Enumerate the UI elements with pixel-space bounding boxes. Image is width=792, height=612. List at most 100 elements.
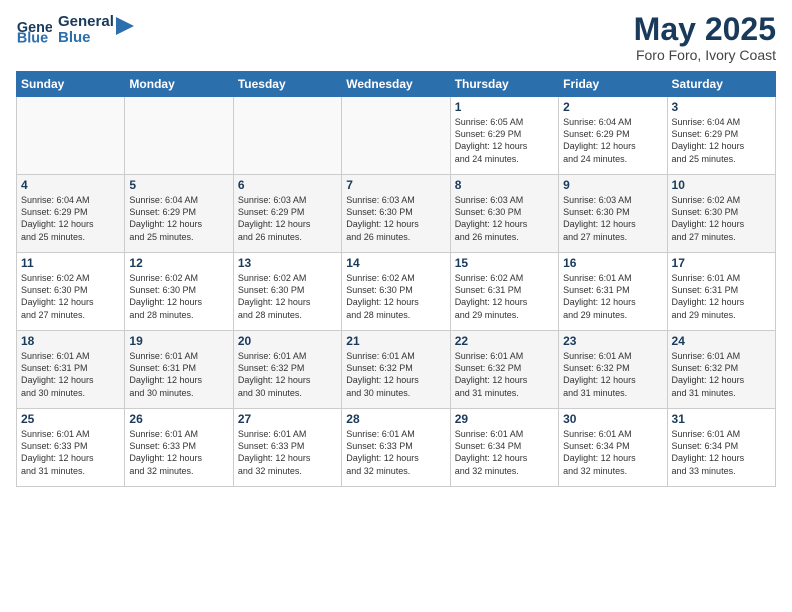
calendar-cell: 30 Sunrise: 6:01 AMSunset: 6:34 PMDayligh… bbox=[559, 409, 667, 487]
day-number: 27 bbox=[238, 412, 337, 426]
day-number: 29 bbox=[455, 412, 554, 426]
day-info: Sunrise: 6:02 AMSunset: 6:31 PMDaylight:… bbox=[455, 272, 554, 321]
day-number: 20 bbox=[238, 334, 337, 348]
day-number: 16 bbox=[563, 256, 662, 270]
calendar-cell: 16 Sunrise: 6:01 AMSunset: 6:31 PMDayligh… bbox=[559, 253, 667, 331]
calendar-cell: 28Sunrise: 6:01 AMSunset: 6:33 PMDayligh… bbox=[342, 409, 450, 487]
calendar-cell: 21Sunrise: 6:01 AMSunset: 6:32 PMDayligh… bbox=[342, 331, 450, 409]
day-info: Sunrise: 6:04 AMSunset: 6:29 PMDaylight:… bbox=[563, 116, 662, 165]
day-info: Sunrise: 6:02 AMSunset: 6:30 PMDaylight:… bbox=[346, 272, 445, 321]
calendar-cell: 13 Sunrise: 6:02 AMSunset: 6:30 PMDayligh… bbox=[233, 253, 341, 331]
day-info: Sunrise: 6:03 AMSunset: 6:30 PMDaylight:… bbox=[455, 194, 554, 243]
calendar-week-row: 4Sunrise: 6:04 AMSunset: 6:29 PMDaylight… bbox=[17, 175, 776, 253]
calendar-cell: 12 Sunrise: 6:02 AMSunset: 6:30 PMDayligh… bbox=[125, 253, 233, 331]
day-header-thursday: Thursday bbox=[450, 72, 558, 97]
day-number: 15 bbox=[455, 256, 554, 270]
logo: General Blue General Blue bbox=[16, 12, 134, 48]
day-number: 13 bbox=[238, 256, 337, 270]
day-info: Sunrise: 6:02 AMSunset: 6:30 PMDaylight:… bbox=[129, 272, 228, 321]
day-number: 19 bbox=[129, 334, 228, 348]
day-number: 22 bbox=[455, 334, 554, 348]
calendar-cell: 3 Sunrise: 6:04 AMSunset: 6:29 PMDaylight… bbox=[667, 97, 775, 175]
calendar-cell: 25Sunrise: 6:01 AMSunset: 6:33 PMDayligh… bbox=[17, 409, 125, 487]
day-info: Sunrise: 6:02 AMSunset: 6:30 PMDaylight:… bbox=[21, 272, 120, 321]
calendar-cell: 5 Sunrise: 6:04 AMSunset: 6:29 PMDaylight… bbox=[125, 175, 233, 253]
day-info: Sunrise: 6:01 AMSunset: 6:32 PMDaylight:… bbox=[455, 350, 554, 399]
page: General Blue General Blue May 2025 Foro … bbox=[0, 0, 792, 612]
day-number: 14 bbox=[346, 256, 445, 270]
day-number: 31 bbox=[672, 412, 771, 426]
month-title: May 2025 bbox=[634, 12, 776, 47]
day-header-sunday: Sunday bbox=[17, 72, 125, 97]
calendar: SundayMondayTuesdayWednesdayThursdayFrid… bbox=[16, 71, 776, 487]
day-info: Sunrise: 6:01 AMSunset: 6:31 PMDaylight:… bbox=[563, 272, 662, 321]
calendar-week-row: 1 Sunrise: 6:05 AMSunset: 6:29 PMDaylight… bbox=[17, 97, 776, 175]
day-header-wednesday: Wednesday bbox=[342, 72, 450, 97]
day-header-tuesday: Tuesday bbox=[233, 72, 341, 97]
calendar-week-row: 25Sunrise: 6:01 AMSunset: 6:33 PMDayligh… bbox=[17, 409, 776, 487]
day-info: Sunrise: 6:01 AMSunset: 6:31 PMDaylight:… bbox=[21, 350, 120, 399]
day-number: 6 bbox=[238, 178, 337, 192]
calendar-cell: 10Sunrise: 6:02 AMSunset: 6:30 PMDayligh… bbox=[667, 175, 775, 253]
svg-text:Blue: Blue bbox=[17, 31, 48, 47]
calendar-cell: 26 Sunrise: 6:01 AMSunset: 6:33 PMDayligh… bbox=[125, 409, 233, 487]
day-info: Sunrise: 6:01 AMSunset: 6:32 PMDaylight:… bbox=[238, 350, 337, 399]
calendar-cell: 24Sunrise: 6:01 AMSunset: 6:32 PMDayligh… bbox=[667, 331, 775, 409]
day-number: 30 bbox=[563, 412, 662, 426]
calendar-cell bbox=[125, 97, 233, 175]
calendar-cell: 15 Sunrise: 6:02 AMSunset: 6:31 PMDayligh… bbox=[450, 253, 558, 331]
calendar-cell: 19 Sunrise: 6:01 AMSunset: 6:31 PMDayligh… bbox=[125, 331, 233, 409]
day-info: Sunrise: 6:04 AMSunset: 6:29 PMDaylight:… bbox=[672, 116, 771, 165]
day-info: Sunrise: 6:03 AMSunset: 6:30 PMDaylight:… bbox=[346, 194, 445, 243]
logo-text: General Blue bbox=[58, 14, 114, 47]
calendar-cell: 8 Sunrise: 6:03 AMSunset: 6:30 PMDaylight… bbox=[450, 175, 558, 253]
calendar-cell bbox=[233, 97, 341, 175]
day-info: Sunrise: 6:01 AMSunset: 6:33 PMDaylight:… bbox=[21, 428, 120, 477]
day-number: 3 bbox=[672, 100, 771, 114]
day-number: 26 bbox=[129, 412, 228, 426]
general-blue-logo-icon: General Blue bbox=[16, 12, 52, 48]
calendar-cell: 22 Sunrise: 6:01 AMSunset: 6:32 PMDayligh… bbox=[450, 331, 558, 409]
day-info: Sunrise: 6:04 AMSunset: 6:29 PMDaylight:… bbox=[21, 194, 120, 243]
calendar-cell: 17Sunrise: 6:01 AMSunset: 6:31 PMDayligh… bbox=[667, 253, 775, 331]
day-info: Sunrise: 6:01 AMSunset: 6:32 PMDaylight:… bbox=[672, 350, 771, 399]
header: General Blue General Blue May 2025 Foro … bbox=[16, 12, 776, 63]
calendar-cell: 27 Sunrise: 6:01 AMSunset: 6:33 PMDayligh… bbox=[233, 409, 341, 487]
day-info: Sunrise: 6:01 AMSunset: 6:33 PMDaylight:… bbox=[238, 428, 337, 477]
day-info: Sunrise: 6:01 AMSunset: 6:34 PMDaylight:… bbox=[672, 428, 771, 477]
calendar-cell bbox=[342, 97, 450, 175]
day-number: 17 bbox=[672, 256, 771, 270]
calendar-cell: 6 Sunrise: 6:03 AMSunset: 6:29 PMDaylight… bbox=[233, 175, 341, 253]
calendar-cell: 14 Sunrise: 6:02 AMSunset: 6:30 PMDayligh… bbox=[342, 253, 450, 331]
calendar-week-row: 11 Sunrise: 6:02 AMSunset: 6:30 PMDayligh… bbox=[17, 253, 776, 331]
day-number: 8 bbox=[455, 178, 554, 192]
day-info: Sunrise: 6:01 AMSunset: 6:33 PMDaylight:… bbox=[129, 428, 228, 477]
calendar-cell: 9Sunrise: 6:03 AMSunset: 6:30 PMDaylight… bbox=[559, 175, 667, 253]
calendar-cell: 7 Sunrise: 6:03 AMSunset: 6:30 PMDaylight… bbox=[342, 175, 450, 253]
day-number: 23 bbox=[563, 334, 662, 348]
day-info: Sunrise: 6:03 AMSunset: 6:29 PMDaylight:… bbox=[238, 194, 337, 243]
calendar-cell: 2 Sunrise: 6:04 AMSunset: 6:29 PMDaylight… bbox=[559, 97, 667, 175]
location: Foro Foro, Ivory Coast bbox=[634, 47, 776, 63]
calendar-week-row: 18Sunrise: 6:01 AMSunset: 6:31 PMDayligh… bbox=[17, 331, 776, 409]
calendar-cell: 11 Sunrise: 6:02 AMSunset: 6:30 PMDayligh… bbox=[17, 253, 125, 331]
day-info: Sunrise: 6:02 AMSunset: 6:30 PMDaylight:… bbox=[238, 272, 337, 321]
day-header-friday: Friday bbox=[559, 72, 667, 97]
day-number: 28 bbox=[346, 412, 445, 426]
day-number: 7 bbox=[346, 178, 445, 192]
day-info: Sunrise: 6:04 AMSunset: 6:29 PMDaylight:… bbox=[129, 194, 228, 243]
day-info: Sunrise: 6:01 AMSunset: 6:34 PMDaylight:… bbox=[563, 428, 662, 477]
day-number: 1 bbox=[455, 100, 554, 114]
day-info: Sunrise: 6:01 AMSunset: 6:31 PMDaylight:… bbox=[129, 350, 228, 399]
day-number: 12 bbox=[129, 256, 228, 270]
calendar-cell: 31 Sunrise: 6:01 AMSunset: 6:34 PMDayligh… bbox=[667, 409, 775, 487]
general-blue-arrow-icon bbox=[116, 17, 134, 35]
calendar-cell: 4Sunrise: 6:04 AMSunset: 6:29 PMDaylight… bbox=[17, 175, 125, 253]
day-number: 11 bbox=[21, 256, 120, 270]
calendar-cell bbox=[17, 97, 125, 175]
title-block: May 2025 Foro Foro, Ivory Coast bbox=[634, 12, 776, 63]
calendar-cell: 1 Sunrise: 6:05 AMSunset: 6:29 PMDaylight… bbox=[450, 97, 558, 175]
day-info: Sunrise: 6:05 AMSunset: 6:29 PMDaylight:… bbox=[455, 116, 554, 165]
day-number: 2 bbox=[563, 100, 662, 114]
day-number: 5 bbox=[129, 178, 228, 192]
